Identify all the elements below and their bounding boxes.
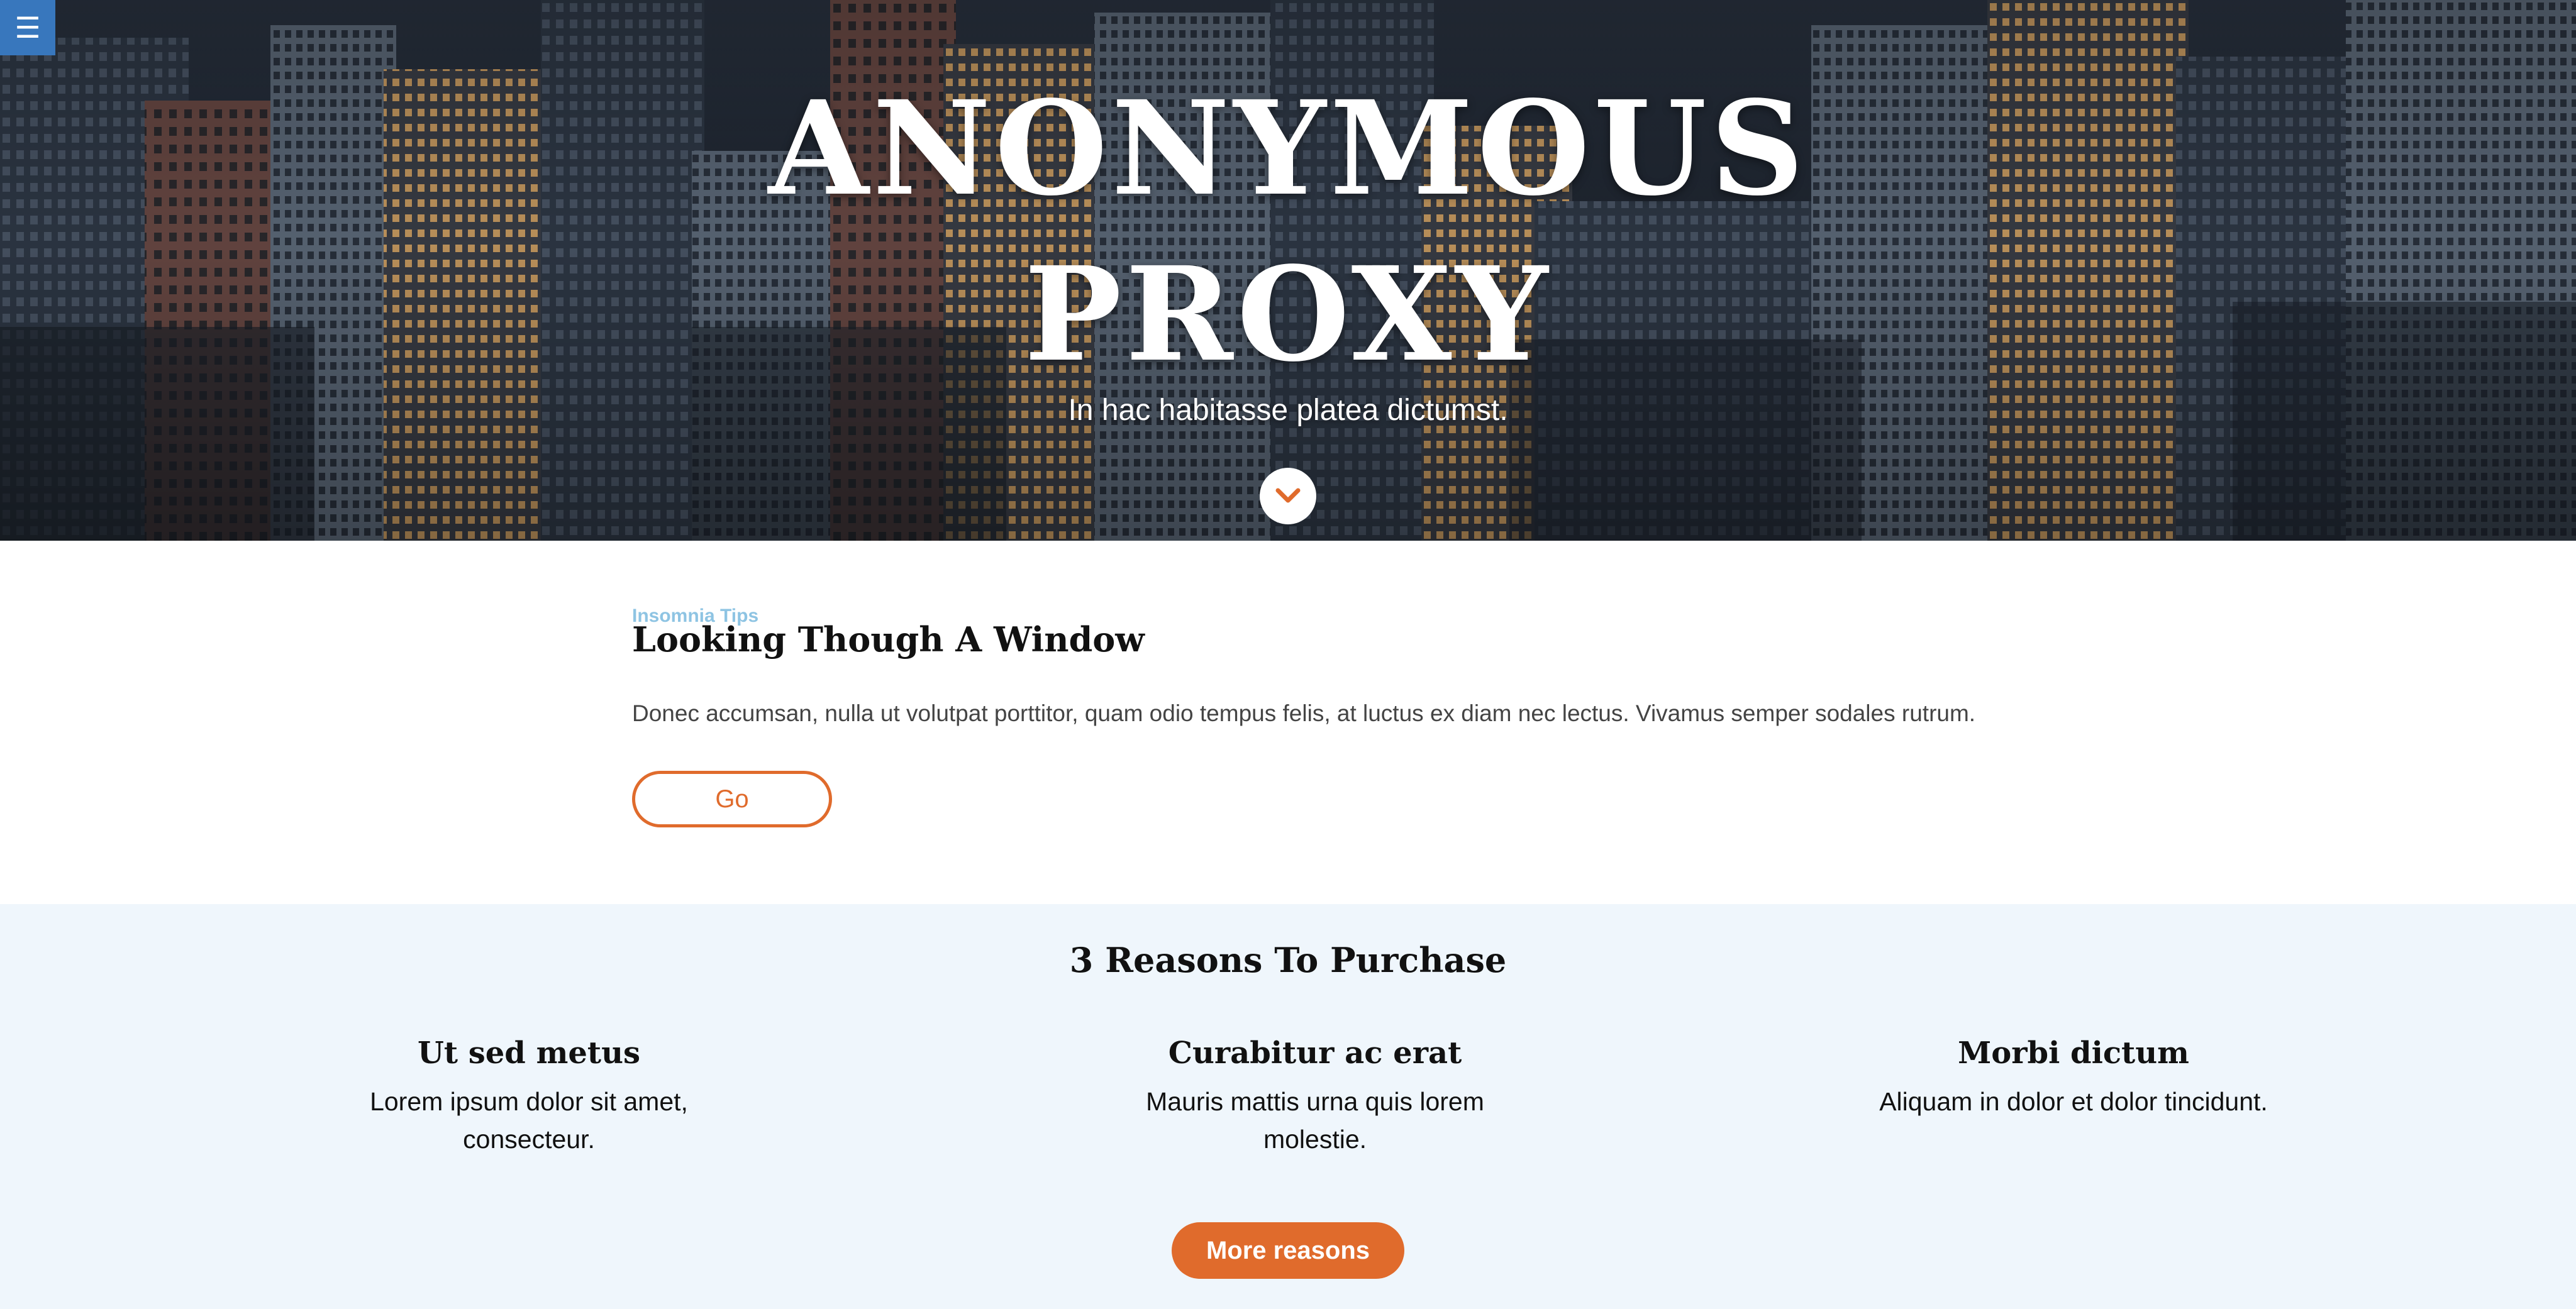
reason-heading: Curabitur ac erat (1168, 1036, 1462, 1071)
hero-title-line-2: PROXY (1024, 238, 1552, 390)
reason-text: Aliquam in dolor et dolor tincidunt. (1879, 1087, 2268, 1116)
scroll-down-button[interactable] (1260, 468, 1316, 524)
hamburger-menu-icon: ☰ (14, 11, 41, 45)
go-button[interactable]: Go (632, 771, 832, 827)
reason-text: Lorem ipsum dolor sit amet, consecteur. (370, 1087, 688, 1154)
reasons-section: 3 Reasons To Purchase Ut sed metus Lorem… (0, 904, 2576, 1309)
hero-title-line-1: ANONYMOUS (768, 72, 1808, 224)
chevron-down-icon (1275, 488, 1301, 503)
reason-item: Curabitur ac erat Mauris mattis urna qui… (1114, 1030, 1516, 1158)
article-title: Looking Though A Window (632, 619, 1145, 660)
reason-item: Ut sed metus Lorem ipsum dolor sit amet,… (328, 1030, 730, 1158)
hero-title: ANONYMOUS PROXY (0, 65, 2576, 397)
reason-item: Morbi dictum Aliquam in dolor et dolor t… (1872, 1030, 2275, 1120)
reasons-title: 3 Reasons To Purchase (1069, 940, 1507, 980)
reason-heading: Morbi dictum (1958, 1036, 2189, 1071)
menu-button[interactable]: ☰ (0, 0, 55, 55)
reason-text: Mauris mattis urna quis lorem molestie. (1146, 1087, 1484, 1154)
more-reasons-button[interactable]: More reasons (1172, 1222, 1404, 1279)
article-section: Insomnia Tips Looking Though A Window Do… (0, 541, 2576, 904)
reason-heading: Ut sed metus (418, 1036, 640, 1071)
hero-section: ANONYMOUS PROXY In hac habitasse platea … (0, 0, 2576, 541)
hero-subtitle: In hac habitasse platea dictumst. (1068, 394, 1508, 427)
article-text: Donec accumsan, nulla ut volutpat portti… (632, 700, 1976, 726)
